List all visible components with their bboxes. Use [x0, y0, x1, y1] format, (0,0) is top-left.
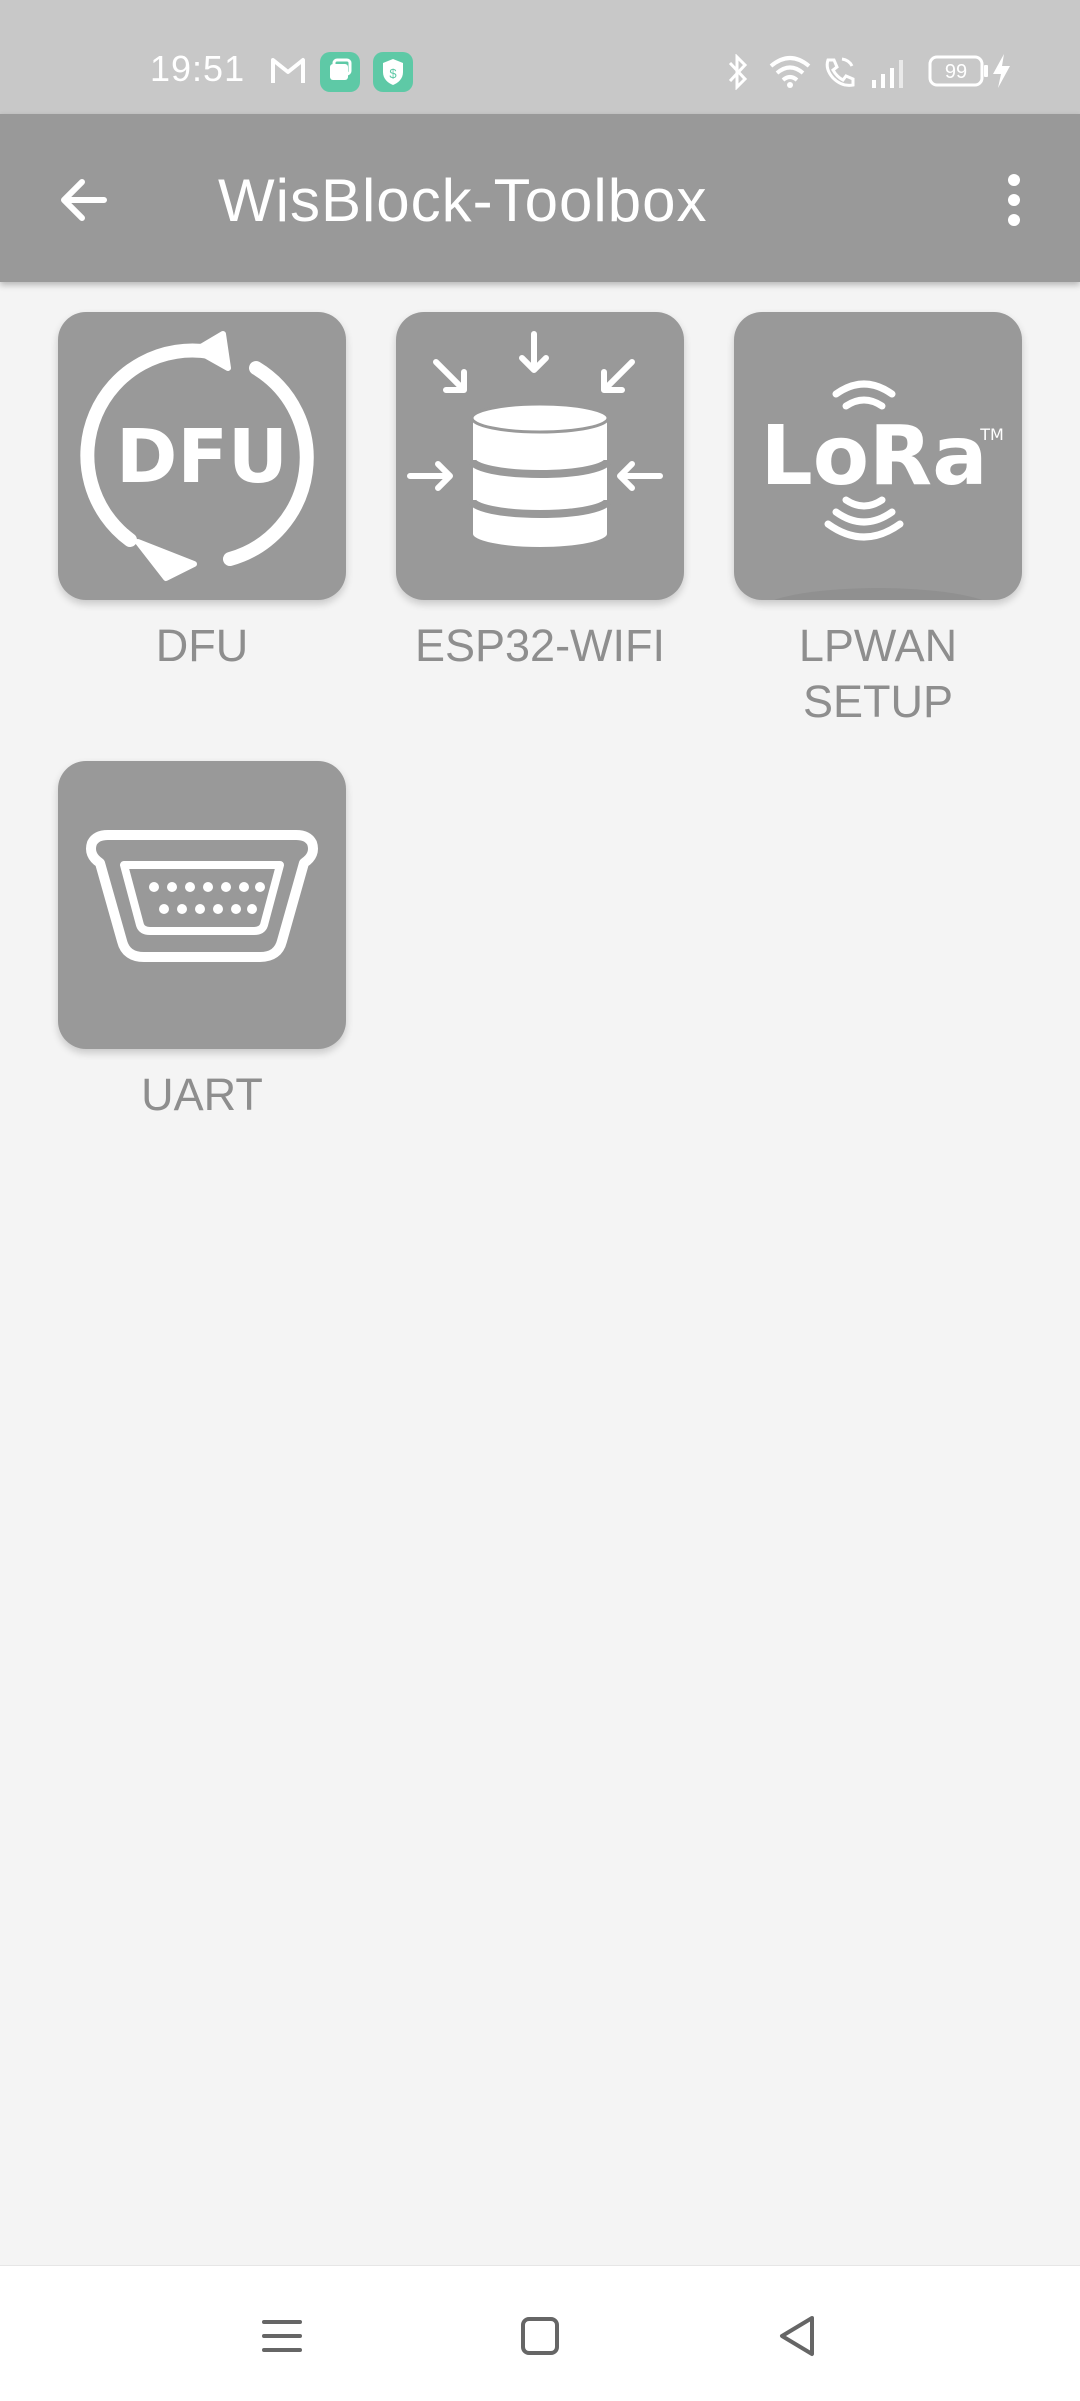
tile-esp32-wifi[interactable]: ESP32-WIFI	[396, 312, 684, 674]
back-triangle-icon[interactable]	[768, 2306, 828, 2366]
uart-tile-button[interactable]	[58, 761, 346, 1049]
wifi-calling-icon	[825, 57, 855, 87]
signal-icon	[872, 60, 903, 88]
tile-label-uart: UART	[141, 1069, 263, 1120]
wifi-icon	[769, 56, 811, 88]
battery-icon: 99	[928, 55, 988, 87]
lora-tm-text: TM	[979, 425, 1004, 444]
dfu-icon: DFU	[80, 331, 314, 581]
tile-label-esp32-wifi: ESP32-WIFI	[414, 620, 666, 671]
tile-lpwan-setup[interactable]: LoRa TM LPWAN SETUP	[734, 312, 1022, 730]
esp32-wifi-tile-button[interactable]	[396, 312, 684, 600]
more-vert-icon[interactable]	[990, 164, 1038, 236]
serial-port-icon	[86, 830, 318, 962]
status-bar: 19:51 $ 99	[0, 0, 1080, 114]
lora-icon-text: LoRa	[760, 409, 987, 504]
charging-icon	[993, 54, 1010, 88]
dfu-icon-text: DFU	[116, 414, 288, 500]
gmail-icon	[271, 58, 305, 83]
lpwan-setup-tile-button[interactable]: LoRa TM	[734, 312, 1022, 600]
status-time: 19:51	[150, 48, 246, 89]
tile-label-lpwan-setup: LPWAN SETUP	[798, 620, 958, 727]
app-bar: WisBlock-Toolbox	[0, 114, 1080, 282]
battery-level: 99	[945, 61, 967, 83]
tile-label-dfu: DFU	[155, 620, 249, 671]
tile-uart[interactable]: UART	[58, 761, 346, 1123]
bluetooth-icon	[728, 54, 748, 90]
tile-dfu[interactable]: DFU DFU	[58, 312, 346, 674]
page-title: WisBlock-Toolbox	[218, 167, 708, 234]
navigation-bar	[0, 2265, 1080, 2401]
dfu-tile-button[interactable]: DFU	[58, 312, 346, 600]
database-icon	[407, 331, 663, 549]
arrow-back-icon[interactable]	[48, 164, 120, 236]
menu-icon[interactable]	[252, 2306, 312, 2366]
home-icon[interactable]	[510, 2306, 570, 2366]
notification-app-icon	[320, 52, 360, 92]
svg-text:$: $	[389, 66, 397, 81]
security-app-icon: $	[373, 52, 413, 92]
lora-icon: LoRa TM	[760, 380, 1004, 600]
